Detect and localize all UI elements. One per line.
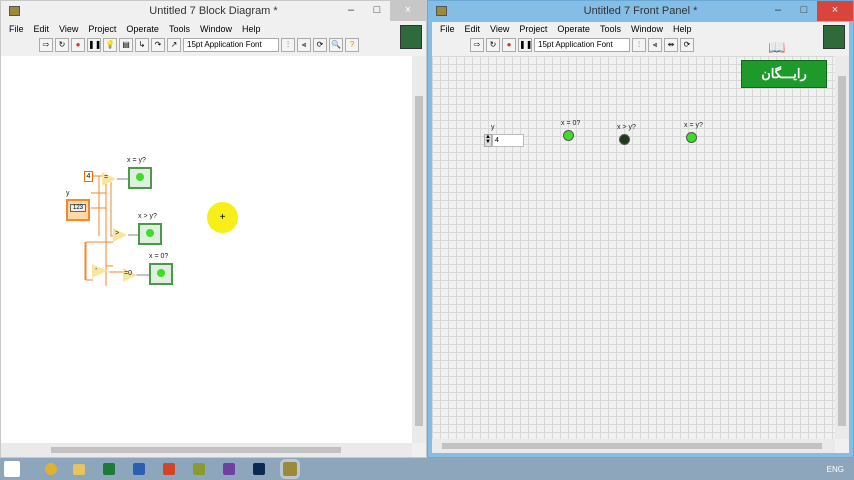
align-icon[interactable]: ⫶ — [632, 38, 646, 52]
labview-app-icon — [9, 6, 20, 16]
help-icon[interactable]: ? — [345, 38, 359, 52]
app-icon[interactable] — [193, 463, 205, 475]
chrome-icon[interactable] — [45, 463, 57, 475]
visual-studio-icon[interactable] — [223, 463, 235, 475]
vertical-scrollbar[interactable] — [412, 56, 426, 443]
constant-4[interactable]: 4 — [84, 171, 93, 182]
start-icon[interactable] — [4, 461, 20, 477]
toolbar: ⇨ ↻ ● ❚❚ 💡 ▤ ↳ ↷ ↗ 15pt Application Font… — [1, 36, 426, 54]
powerpoint-icon[interactable] — [163, 463, 175, 475]
close-button[interactable]: × — [390, 1, 426, 21]
menu-operate[interactable]: Operate — [126, 22, 159, 36]
menu-bar: File Edit View Project Operate Tools Win… — [1, 22, 426, 36]
maximize-button[interactable]: □ — [364, 1, 390, 21]
minimize-button[interactable]: – — [765, 1, 791, 21]
highlight-execution-icon[interactable]: 💡 — [103, 38, 117, 52]
run-icon[interactable]: ⇨ — [39, 38, 53, 52]
maximize-button[interactable]: □ — [791, 1, 817, 21]
retain-wire-values-icon[interactable]: ▤ — [119, 38, 133, 52]
control-label: y — [66, 190, 70, 197]
labview-icon[interactable] — [280, 459, 300, 479]
diagram-canvas[interactable]: 4 y 123 = > - =0 x = y? x > y? x = 0? + — [1, 56, 412, 443]
indicator-eq-terminal[interactable] — [128, 167, 152, 189]
indicator-eq-label: x = y? — [684, 122, 703, 129]
abort-icon[interactable]: ● — [71, 38, 85, 52]
indicator-zero-label: x = 0? — [149, 253, 169, 260]
minimize-button[interactable]: – — [338, 1, 364, 21]
led-indicator-gt — [619, 134, 630, 145]
pause-icon[interactable]: ❚❚ — [518, 38, 532, 52]
menu-file[interactable]: File — [9, 22, 24, 36]
menu-tools[interactable]: Tools — [169, 22, 190, 36]
align-icon[interactable]: ⫶ — [281, 38, 295, 52]
step-over-icon[interactable]: ↷ — [151, 38, 165, 52]
menu-view[interactable]: View — [490, 22, 509, 36]
panel-canvas[interactable]: رایـــگان y ▲ ▼ 4 x = 0? x > y? x = y? — [432, 56, 835, 439]
menu-window[interactable]: Window — [631, 22, 663, 36]
led-indicator-zero — [563, 130, 574, 141]
photoshop-icon[interactable] — [253, 463, 265, 475]
equal-zero-op-label: =0 — [124, 270, 132, 277]
numeric-control-y[interactable]: ▲ ▼ 4 — [484, 134, 524, 147]
menu-operate[interactable]: Operate — [557, 22, 590, 36]
search-icon[interactable]: 🔍 — [329, 38, 343, 52]
reorder-icon[interactable]: ⟳ — [313, 38, 327, 52]
run-icon[interactable]: ⇨ — [470, 38, 484, 52]
menu-help[interactable]: Help — [673, 22, 692, 36]
front-panel-window: Untitled 7 Front Panel * – □ × File Edit… — [427, 0, 854, 458]
control-label: y — [491, 124, 495, 131]
pause-icon[interactable]: ❚❚ — [87, 38, 101, 52]
vertical-scrollbar[interactable] — [835, 56, 849, 439]
greater-op-label: > — [115, 230, 120, 237]
step-out-icon[interactable]: ↗ — [167, 38, 181, 52]
menu-window[interactable]: Window — [200, 22, 232, 36]
distribute-icon[interactable]: ⫷ — [297, 38, 311, 52]
reorder-icon[interactable]: ⟳ — [680, 38, 694, 52]
indicator-zero-label: x = 0? — [561, 120, 581, 127]
menu-edit[interactable]: Edit — [465, 22, 481, 36]
excel-icon[interactable] — [103, 463, 115, 475]
menu-project[interactable]: Project — [88, 22, 116, 36]
menu-file[interactable]: File — [440, 22, 455, 36]
equal-op-label: = — [104, 174, 109, 181]
vi-icon — [400, 25, 422, 49]
indicator-gt-terminal[interactable] — [138, 223, 162, 245]
explorer-icon[interactable] — [73, 463, 85, 475]
resize-icon[interactable]: ⇹ — [664, 38, 678, 52]
run-continuously-icon[interactable]: ↻ — [55, 38, 69, 52]
indicator-gt-label: x > y? — [617, 124, 636, 131]
numeric-value[interactable]: 4 — [492, 134, 524, 147]
indicator-zero-terminal[interactable] — [149, 263, 173, 285]
horizontal-scrollbar[interactable] — [432, 439, 835, 453]
menu-bar: File Edit View Project Operate Tools Win… — [432, 22, 849, 36]
font-select[interactable]: 15pt Application Font — [183, 38, 279, 52]
menu-tools[interactable]: Tools — [600, 22, 621, 36]
block-diagram-window: Untitled 7 Block Diagram * – □ × File Ed… — [0, 0, 427, 458]
led-indicator-eq — [686, 132, 697, 143]
word-icon[interactable] — [133, 463, 145, 475]
language-indicator[interactable]: ENG — [827, 465, 844, 474]
indicator-gt-label: x > y? — [138, 213, 157, 220]
menu-help[interactable]: Help — [242, 22, 261, 36]
cursor-highlight: + — [207, 202, 238, 233]
numeric-control-terminal[interactable]: 123 — [66, 199, 90, 221]
free-banner: رایـــگان — [741, 60, 827, 88]
font-select[interactable]: 15pt Application Font — [534, 38, 630, 52]
menu-view[interactable]: View — [59, 22, 78, 36]
subtract-op-label: - — [95, 266, 98, 273]
step-into-icon[interactable]: ↳ — [135, 38, 149, 52]
vi-icon — [823, 25, 845, 49]
distribute-icon[interactable]: ⫷ — [648, 38, 662, 52]
abort-icon[interactable]: ● — [502, 38, 516, 52]
taskbar: ENG — [0, 458, 854, 480]
diagram-wires — [84, 175, 149, 286]
run-continuously-icon[interactable]: ↻ — [486, 38, 500, 52]
labview-app-icon — [436, 6, 447, 16]
indicator-eq-label: x = y? — [127, 157, 146, 164]
increment-decrement-icon[interactable]: ▲ ▼ — [484, 134, 492, 147]
menu-edit[interactable]: Edit — [34, 22, 50, 36]
menu-project[interactable]: Project — [519, 22, 547, 36]
horizontal-scrollbar[interactable] — [1, 443, 412, 457]
close-button[interactable]: × — [817, 1, 853, 21]
